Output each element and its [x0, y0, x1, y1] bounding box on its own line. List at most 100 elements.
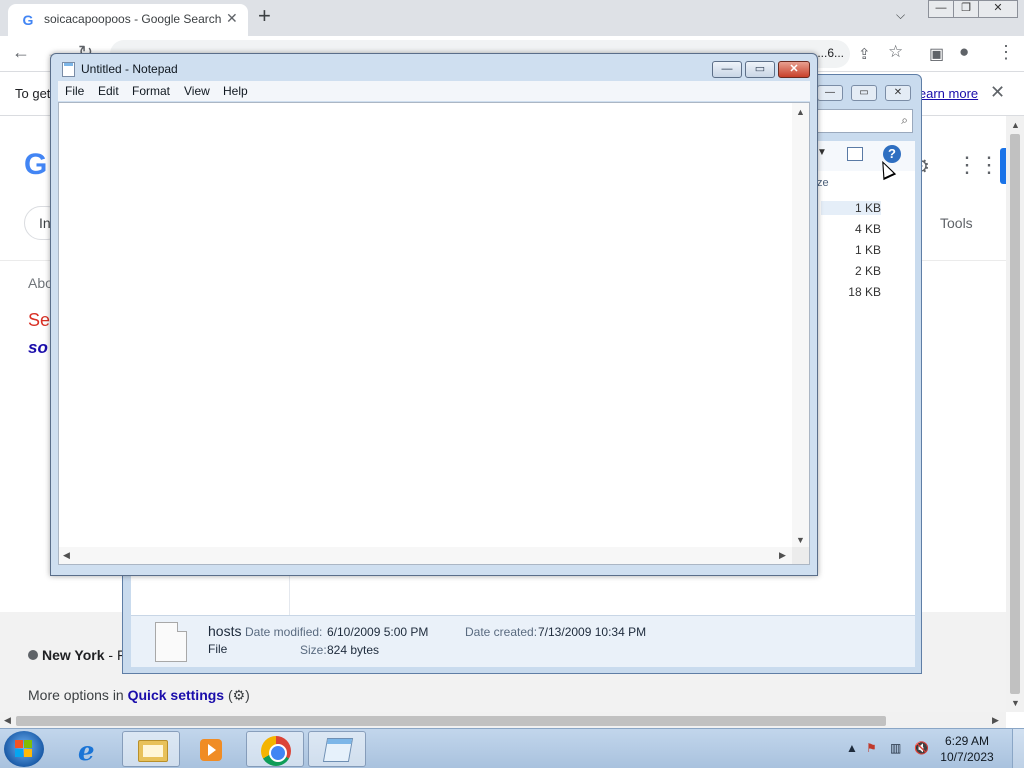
- tools-button[interactable]: Tools: [940, 215, 973, 231]
- chrome-icon: [261, 736, 291, 766]
- location-name: New York: [42, 647, 105, 663]
- media-player-icon: [200, 739, 222, 761]
- explorer-details-pane: hosts File Date modified: 6/10/2009 5:00…: [131, 615, 915, 667]
- google-logo[interactable]: G: [24, 148, 47, 182]
- action-center-flag-icon[interactable]: ⚑: [866, 741, 877, 755]
- np-scroll-right-arrow-icon[interactable]: ▶: [779, 550, 786, 561]
- notepad-text-area[interactable]: ▲ ▼ ◀ ▶: [58, 102, 810, 565]
- preview-pane-icon[interactable]: [847, 147, 863, 161]
- notepad-menu-bar: File Edit Format View Help: [58, 81, 810, 101]
- taskbar-media-player[interactable]: [182, 731, 240, 767]
- spelling-suggestion-link[interactable]: so: [28, 338, 48, 358]
- pane-divider: [289, 575, 290, 615]
- details-size-value: 824 bytes: [327, 643, 380, 657]
- search-icon: ⌕: [901, 113, 908, 127]
- location-line: New York - F: [28, 647, 126, 663]
- quick-settings-link[interactable]: Quick settings: [128, 687, 224, 703]
- notepad-icon: [322, 738, 354, 762]
- file-size-cell[interactable]: 18 KB: [821, 285, 881, 299]
- notepad-maximize-button[interactable]: ▭: [745, 61, 775, 78]
- taskbar-clock[interactable]: 6:29 AM 10/7/2023: [932, 733, 1002, 765]
- profile-avatar-icon[interactable]: ●: [959, 42, 969, 62]
- network-icon[interactable]: ▥: [890, 741, 901, 755]
- folder-icon: [138, 740, 168, 762]
- file-size-cell[interactable]: 1 KB: [821, 201, 881, 215]
- notepad-minimize-button[interactable]: —: [712, 61, 742, 78]
- details-modified-value: 6/10/2009 5:00 PM: [327, 625, 429, 639]
- details-created-value: 7/13/2009 10:34 PM: [538, 625, 647, 639]
- tab-title: soicacapoopoos - Google Search: [44, 12, 222, 26]
- taskbar-internet-explorer[interactable]: e: [60, 731, 118, 767]
- scroll-left-arrow-icon[interactable]: ◀: [4, 715, 11, 726]
- spelling-suggestion-text: Se: [28, 310, 51, 330]
- details-created-label: Date created:: [465, 625, 538, 639]
- clock-time: 6:29 AM: [944, 734, 990, 748]
- new-tab-button[interactable]: +: [258, 4, 271, 28]
- back-arrow-icon[interactable]: ←: [12, 42, 30, 63]
- notepad-vertical-scrollbar[interactable]: ▲ ▼: [792, 103, 809, 549]
- scroll-down-arrow-icon[interactable]: ▼: [1011, 698, 1020, 708]
- taskbar: e ▲ ⚑ ▥ 🔇 6:29 AM 10/7/2023: [0, 728, 1024, 768]
- file-size-cell[interactable]: 1 KB: [821, 243, 881, 257]
- chrome-restore-button[interactable]: ❐: [953, 0, 979, 18]
- taskbar-windows-explorer[interactable]: [122, 731, 180, 767]
- np-scroll-up-arrow-icon[interactable]: ▲: [796, 107, 805, 117]
- menu-file[interactable]: File: [65, 84, 84, 98]
- start-button[interactable]: [4, 731, 44, 767]
- np-scroll-down-arrow-icon[interactable]: ▼: [796, 535, 805, 545]
- google-favicon-icon: G: [22, 12, 34, 28]
- info-bar-learn-more-link[interactable]: learn more: [916, 86, 978, 101]
- resize-grip-icon[interactable]: [792, 547, 809, 564]
- tab-close-icon[interactable]: ✕: [226, 10, 238, 27]
- np-scroll-left-arrow-icon[interactable]: ◀: [63, 550, 70, 561]
- share-icon[interactable]: ⇪: [858, 45, 871, 63]
- info-bar-close-icon[interactable]: ✕: [990, 82, 1005, 103]
- explorer-search-box[interactable]: ⌕: [813, 109, 913, 133]
- explorer-close-button[interactable]: ✕: [885, 85, 911, 101]
- explorer-maximize-button[interactable]: ▭: [851, 85, 877, 101]
- more-options-prefix: More options in: [28, 687, 128, 703]
- explorer-minimize-button[interactable]: —: [817, 85, 843, 101]
- windows-logo-icon: [15, 740, 33, 758]
- notepad-window: Untitled - Notepad — ▭ ✕ File Edit Forma…: [50, 53, 818, 576]
- explorer-lower-pane: [131, 575, 915, 615]
- chrome-menu-icon[interactable]: ⋮: [997, 42, 1015, 63]
- scroll-up-arrow-icon[interactable]: ▲: [1011, 120, 1020, 130]
- file-size-cell[interactable]: 4 KB: [821, 222, 881, 236]
- size-column-header[interactable]: ze: [817, 177, 829, 189]
- volume-muted-icon[interactable]: 🔇: [914, 741, 929, 755]
- clock-date: 10/7/2023: [940, 750, 994, 764]
- chrome-close-button[interactable]: ✕: [978, 0, 1018, 18]
- tab-search-chevron-icon[interactable]: ⌵: [896, 8, 905, 23]
- file-icon: [155, 622, 187, 662]
- quick-settings-gear-icon[interactable]: (⚙): [228, 687, 250, 703]
- info-bar-message: To get: [15, 86, 51, 101]
- location-dot-icon: [28, 650, 38, 660]
- details-size-label: Size:: [300, 643, 327, 657]
- view-options-dropdown-icon[interactable]: ▼: [817, 147, 827, 158]
- page-vertical-scroll-thumb[interactable]: [1010, 134, 1020, 694]
- details-modified-label: Date modified:: [245, 625, 323, 639]
- taskbar-chrome[interactable]: [246, 731, 304, 767]
- show-hidden-icons-icon[interactable]: ▲: [846, 741, 858, 755]
- bookmark-star-icon[interactable]: ☆: [888, 42, 903, 62]
- page-vertical-scrollbar[interactable]: ▲ ▼: [1006, 116, 1024, 712]
- notepad-close-button[interactable]: ✕: [778, 61, 810, 78]
- address-bar-url: ...6...: [817, 46, 844, 60]
- show-desktop-button[interactable]: [1012, 729, 1024, 768]
- taskbar-notepad[interactable]: [308, 731, 366, 767]
- notepad-app-icon[interactable]: [62, 62, 75, 77]
- menu-help[interactable]: Help: [223, 84, 248, 98]
- menu-view[interactable]: View: [184, 84, 210, 98]
- scroll-right-arrow-icon[interactable]: ▶: [992, 715, 999, 726]
- chrome-minimize-button[interactable]: —: [928, 0, 954, 18]
- page-horizontal-scroll-thumb[interactable]: [16, 716, 886, 726]
- tab-strip: G soicacapoopoos - Google Search ✕ + ⌵ —…: [0, 0, 1024, 36]
- tab-google-search[interactable]: G soicacapoopoos - Google Search ✕: [8, 4, 248, 36]
- notepad-horizontal-scrollbar[interactable]: ◀ ▶: [59, 547, 792, 564]
- menu-edit[interactable]: Edit: [98, 84, 119, 98]
- side-panel-icon[interactable]: ▣: [929, 44, 944, 64]
- menu-format[interactable]: Format: [132, 84, 170, 98]
- file-size-cell[interactable]: 2 KB: [821, 264, 881, 278]
- notepad-title: Untitled - Notepad: [81, 62, 178, 76]
